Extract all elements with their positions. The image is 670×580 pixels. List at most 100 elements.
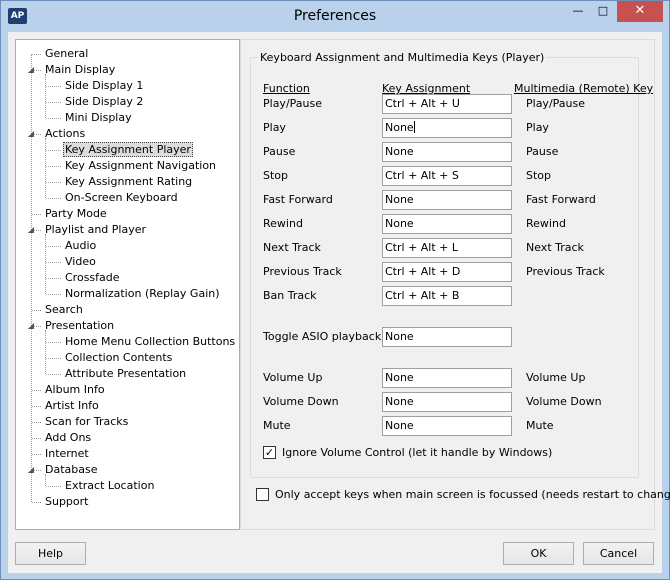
tree-item[interactable]: Normalization (Replay Gain) [63, 286, 222, 302]
settings-panel: Keyboard Assignment and Multimedia Keys … [240, 39, 670, 530]
tree-connector [45, 234, 46, 294]
tree-connector [46, 166, 61, 167]
tree-item[interactable]: Video [63, 254, 98, 270]
tree-item[interactable]: Database [43, 462, 100, 478]
tree-item[interactable]: General [43, 46, 90, 62]
tree-item[interactable]: Presentation [43, 318, 116, 334]
tree-item[interactable]: Scan for Tracks [43, 414, 130, 430]
expand-arrow-icon[interactable]: ◢ [27, 466, 35, 474]
expand-arrow-icon[interactable]: ◢ [27, 322, 35, 330]
expand-arrow-icon[interactable]: ◢ [27, 66, 35, 74]
expand-arrow-icon[interactable]: ◢ [27, 130, 35, 138]
tree-connector [46, 102, 61, 103]
tree-item[interactable]: Attribute Presentation [63, 366, 188, 382]
cancel-button[interactable]: Cancel [583, 542, 654, 565]
group-title: Keyboard Assignment and Multimedia Keys … [258, 51, 547, 64]
multimedia-key-label: Next Track [526, 241, 584, 254]
tree-connector [32, 390, 41, 391]
key-assignment-input[interactable]: None [382, 190, 512, 210]
tree-item[interactable]: Mini Display [63, 110, 134, 126]
key-assignment-input[interactable]: None [382, 368, 512, 388]
tree-item[interactable]: Search [43, 302, 85, 318]
tree-item-label: Audio [65, 239, 97, 252]
title-bar[interactable]: AP Preferences — □ ✕ [1, 1, 669, 32]
key-assignment-input[interactable]: Ctrl + Alt + U [382, 94, 512, 114]
function-label: Rewind [263, 217, 303, 230]
key-assignment-value: Ctrl + Alt + L [385, 241, 459, 254]
key-assignment-input[interactable]: None [382, 327, 512, 347]
tree-item[interactable]: Side Display 1 [63, 78, 145, 94]
key-assignment-input[interactable]: None [382, 142, 512, 162]
key-assignment-value: None [385, 193, 414, 206]
tree-item-label: Main Display [45, 63, 116, 76]
tree-item[interactable]: Add Ons [43, 430, 93, 446]
tree-connector [32, 214, 41, 215]
tree-item-label: Artist Info [45, 399, 99, 412]
function-label: Stop [263, 169, 289, 182]
tree-item[interactable]: Key Assignment Player [63, 142, 193, 158]
key-assignment-input[interactable]: None [382, 416, 512, 436]
tree-item-label: Playlist and Player [45, 223, 147, 236]
help-button[interactable]: Help [15, 542, 86, 565]
key-assignment-value: Ctrl + Alt + B [385, 289, 460, 302]
tree-item-label: Side Display 2 [65, 95, 144, 108]
function-label: Toggle ASIO playback [263, 330, 382, 343]
key-assignment-input[interactable]: None [382, 392, 512, 412]
tree-item-label: Party Mode [45, 207, 107, 220]
tree-item[interactable]: Side Display 2 [63, 94, 145, 110]
key-assignment-input[interactable]: Ctrl + Alt + L [382, 238, 512, 258]
ignore-volume-checkbox[interactable]: ✓ [263, 446, 276, 459]
expand-arrow-icon[interactable]: ◢ [27, 226, 35, 234]
tree-item-label: Search [45, 303, 83, 316]
focus-only-checkbox[interactable] [256, 488, 269, 501]
tree-item[interactable]: Artist Info [43, 398, 101, 414]
key-assignment-input[interactable]: Ctrl + Alt + D [382, 262, 512, 282]
tree-item[interactable]: Key Assignment Navigation [63, 158, 218, 174]
tree-item-label: On-Screen Keyboard [65, 191, 178, 204]
tree-connector [46, 246, 61, 247]
tree-connector [32, 454, 41, 455]
tree-item[interactable]: Home Menu Collection Buttons [63, 334, 237, 350]
close-button[interactable]: ✕ [617, 1, 663, 22]
tree-item[interactable]: Playlist and Player [43, 222, 148, 238]
preferences-window: AP Preferences — □ ✕ General ◢ Main Displa… [0, 0, 670, 580]
tree-item[interactable]: Audio [63, 238, 98, 254]
tree-item[interactable]: Key Assignment Rating [63, 174, 194, 190]
key-assignment-input[interactable]: Ctrl + Alt + S [382, 166, 512, 186]
tree-item[interactable]: Internet [43, 446, 91, 462]
key-assignment-input[interactable]: Ctrl + Alt + B [382, 286, 512, 306]
tree-item-label: Scan for Tracks [45, 415, 129, 428]
key-assignment-input[interactable]: None [382, 214, 512, 234]
tree-connector [46, 182, 61, 183]
key-assignment-value: Ctrl + Alt + U [385, 97, 460, 110]
tree-item-label: General [45, 47, 89, 60]
tree-item[interactable]: Extract Location [63, 478, 156, 494]
function-label: Previous Track [263, 265, 342, 278]
function-label: Next Track [263, 241, 321, 254]
settings-tree[interactable]: General ◢ Main Display Side Display 1 Side D… [15, 39, 240, 530]
tree-item[interactable]: Collection Contents [63, 350, 174, 366]
tree-item-label: Side Display 1 [65, 79, 144, 92]
minimize-button[interactable]: — [566, 1, 590, 22]
tree-item-label: Actions [45, 127, 86, 140]
tree-item[interactable]: Support [43, 494, 90, 510]
tree-item[interactable]: Main Display [43, 62, 117, 78]
function-label: Play [263, 121, 286, 134]
tree-connector [46, 198, 61, 199]
multimedia-key-label: Volume Down [526, 395, 602, 408]
tree-item[interactable]: Actions [43, 126, 87, 142]
tree-item[interactable]: Album Info [43, 382, 107, 398]
key-assignment-input[interactable]: None [382, 118, 512, 138]
tree-item[interactable]: Crossfade [63, 270, 122, 286]
tree-connector [45, 138, 46, 198]
tree-item[interactable]: Party Mode [43, 206, 109, 222]
tree-item-label: Key Assignment Rating [65, 175, 193, 188]
tree-connector [46, 86, 61, 87]
tree-item-label: Home Menu Collection Buttons [65, 335, 236, 348]
tree-item[interactable]: On-Screen Keyboard [63, 190, 180, 206]
maximize-button[interactable]: □ [591, 1, 615, 22]
function-label: Volume Up [263, 371, 323, 384]
tree-item-label: Database [45, 463, 98, 476]
multimedia-key-label: Rewind [526, 217, 566, 230]
ok-button[interactable]: OK [503, 542, 574, 565]
